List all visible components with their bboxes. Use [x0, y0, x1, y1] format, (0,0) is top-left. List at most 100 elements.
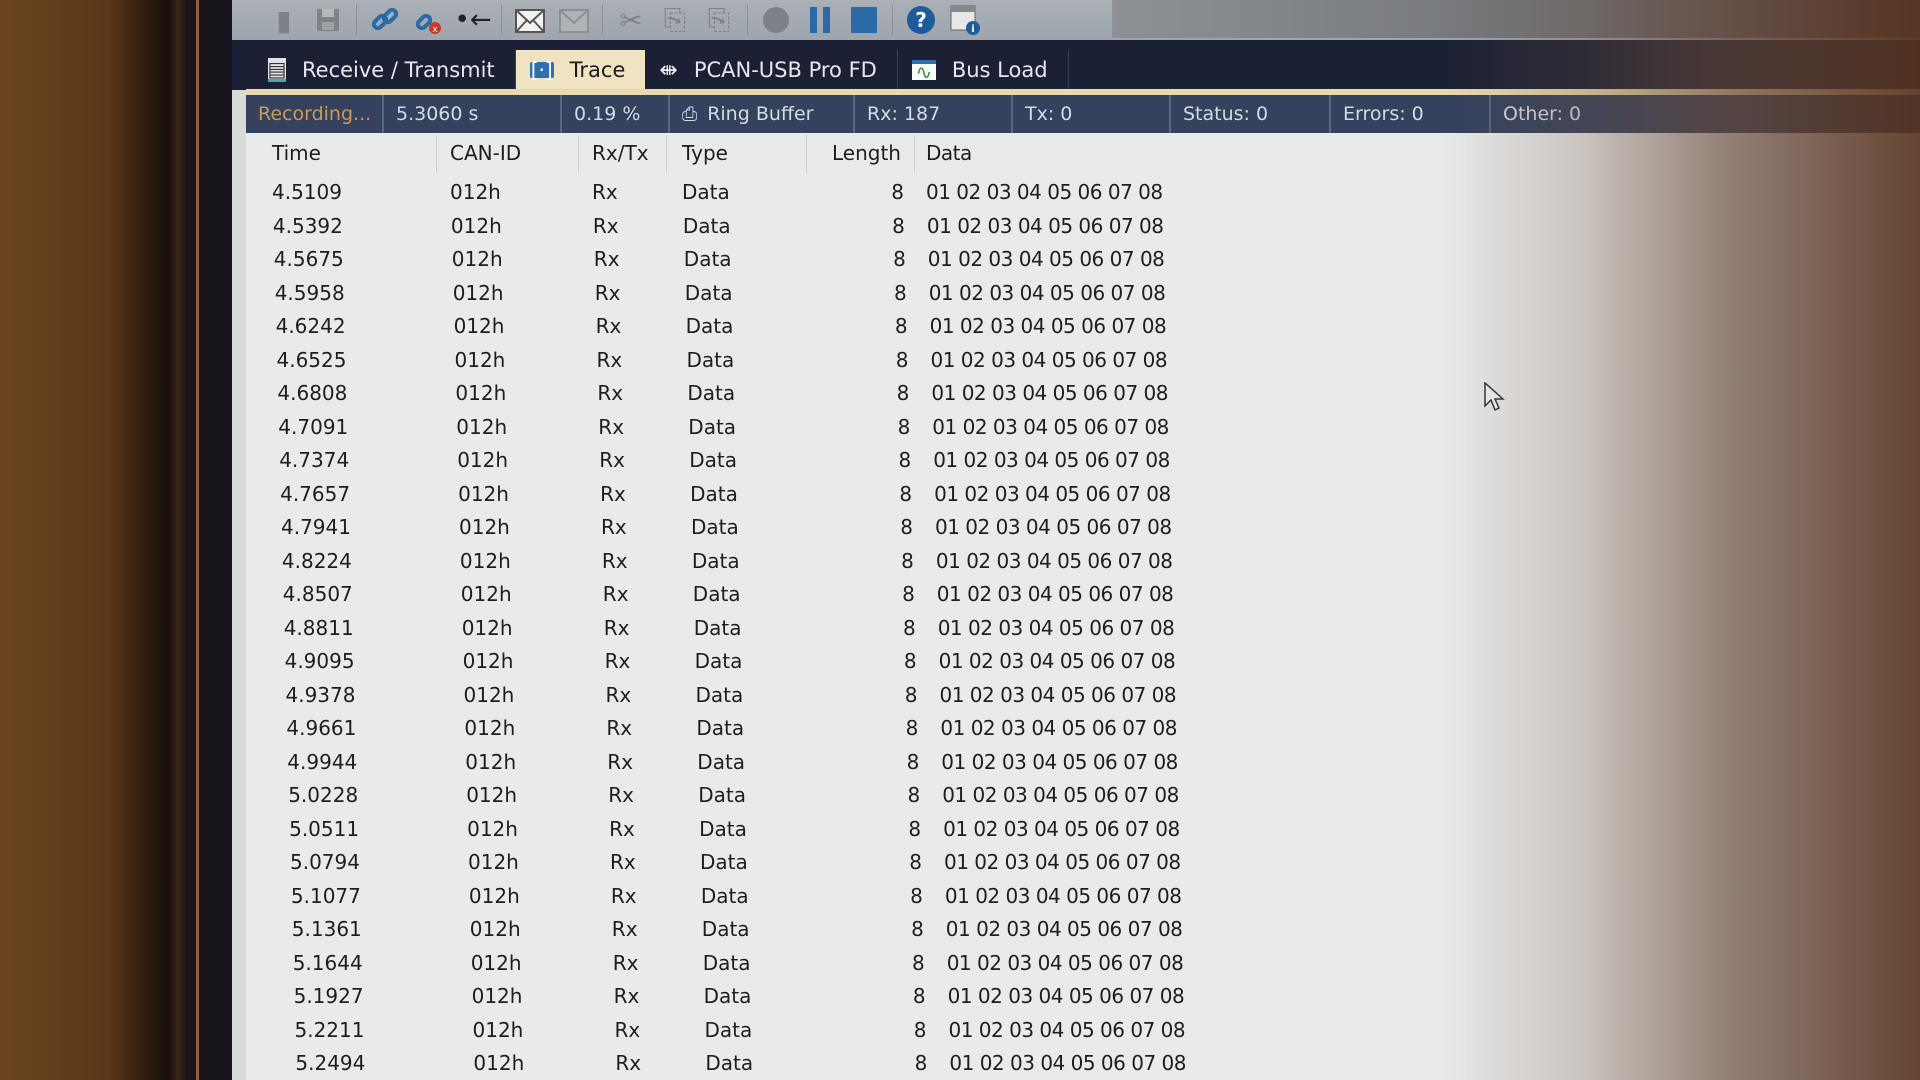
column-divider[interactable] [666, 135, 667, 173]
cell-type: Data [690, 481, 738, 506]
column-divider[interactable] [436, 135, 437, 173]
paste-icon[interactable]: ⎘ [697, 1, 741, 39]
table-row[interactable]: 4.8224 012h Rx Data 8 01 02 03 04 05 06 07 08 [256, 546, 1920, 579]
table-row[interactable]: 4.9944 012h Rx Data 8 01 02 03 04 05 06 07 08 [261, 747, 1920, 780]
table-row[interactable]: 4.6525 012h Rx Data 8 01 02 03 04 05 06 07 08 [251, 345, 1920, 378]
table-row[interactable]: 4.8811 012h Rx Data 8 01 02 03 04 05 06 07 08 [258, 613, 1920, 646]
table-row[interactable]: 4.9095 012h Rx Data 8 01 02 03 04 05 06 07 08 [259, 646, 1920, 679]
cell-time: 4.6242 [275, 314, 346, 338]
connect-dim-icon[interactable]: ▮ [262, 1, 306, 39]
info-icon[interactable]: i [943, 1, 987, 39]
table-row[interactable]: 5.1927 012h Rx Data 8 01 02 03 04 05 06 07 08 [268, 981, 1920, 1014]
column-divider[interactable] [914, 135, 915, 173]
table-row[interactable]: 4.5675 012h Rx Data 8 01 02 03 04 05 06 07 08 [248, 244, 1920, 277]
cell-data: 01 02 03 04 05 06 07 08 [939, 682, 1177, 707]
disconnect-icon[interactable]: x [407, 1, 451, 39]
cell-rx-tx: Rx [598, 414, 625, 439]
cell-type: Data [700, 883, 749, 908]
cell-length: 8 [907, 783, 921, 807]
cell-length: 8 [893, 247, 906, 271]
tab-receive-transmit[interactable]: ▤ Receive / Transmit [254, 50, 516, 90]
mouse-pointer-icon [1484, 382, 1505, 412]
table-row[interactable]: 4.8507 012h Rx Data 8 01 02 03 04 05 06 07 08 [257, 579, 1920, 612]
buffer-mode[interactable]: ⎙ Ring Buffer [670, 95, 855, 133]
pause-icon[interactable] [798, 1, 842, 39]
column-header-rx-tx[interactable]: Rx/Tx [592, 141, 649, 165]
cell-length: 8 [899, 481, 913, 506]
cell-data: 01 02 03 04 05 06 07 08 [935, 548, 1173, 573]
table-row[interactable]: 4.5109 012h Rx Data 8 01 02 03 04 05 06 07 08 [246, 177, 1920, 210]
copy-icon[interactable]: ⎘ [653, 1, 697, 39]
tx-count: Tx: 0 [1013, 95, 1171, 133]
cell-time: 4.6808 [277, 381, 348, 405]
toolbar: ▮ x •← ✂ ⎘ ⎘ ? i [232, 0, 1920, 40]
cell-can-id: 012h [469, 917, 521, 941]
table-row[interactable]: 4.9661 012h Rx Data 8 01 02 03 04 05 06 07 08 [260, 713, 1920, 746]
table-row[interactable]: 4.6242 012h Rx Data 8 01 02 03 04 05 06 07 08 [250, 311, 1920, 344]
column-header-can-id[interactable]: CAN-ID [450, 141, 521, 165]
table-row[interactable]: 4.9378 012h Rx Data 8 01 02 03 04 05 06 07 08 [260, 680, 1920, 713]
tab-pcan-usb-pro-fd[interactable]: ⇼ PCAN-USB Pro FD [645, 50, 898, 90]
column-header-data[interactable]: Data [926, 141, 972, 165]
table-row[interactable]: 5.2494 012h Rx Data 8 01 02 03 04 05 06 07 08 [269, 1048, 1920, 1080]
table-row[interactable]: 4.5392 012h Rx Data 8 01 02 03 04 05 06 07 08 [247, 211, 1920, 244]
record-icon[interactable] [754, 1, 798, 39]
tab-trace[interactable]: [·] Trace [515, 50, 646, 90]
new-message-icon[interactable] [508, 1, 552, 39]
column-header-time[interactable]: Time [272, 141, 321, 165]
table-row[interactable]: 5.1644 012h Rx Data 8 01 02 03 04 05 06 07 08 [267, 948, 1920, 981]
cell-type: Data [688, 414, 737, 439]
cell-time: 5.2494 [295, 1051, 366, 1075]
table-row[interactable]: 5.2211 012h Rx Data 8 01 02 03 04 05 06 07 08 [269, 1015, 1920, 1048]
cell-data: 01 02 03 04 05 06 07 08 [933, 448, 1170, 472]
table-row[interactable]: 5.0794 012h Rx Data 8 01 02 03 04 05 06 07 08 [264, 847, 1920, 880]
cell-data: 01 02 03 04 05 06 07 08 [945, 917, 1183, 941]
cell-can-id: 012h [472, 1017, 524, 1042]
cell-time: 4.5958 [274, 280, 345, 305]
cell-rx-tx: Rx [592, 213, 619, 238]
connect-icon[interactable] [363, 1, 407, 39]
table-row[interactable]: 4.7941 012h Rx Data 8 01 02 03 04 05 06 07 08 [255, 512, 1920, 545]
save-icon[interactable] [306, 1, 350, 39]
column-header-length[interactable]: Length [832, 141, 901, 165]
cell-length: 8 [892, 213, 905, 238]
stop-icon[interactable] [842, 1, 886, 39]
cut-icon[interactable]: ✂ [609, 1, 653, 39]
table-row[interactable]: 4.7657 012h Rx Data 8 01 02 03 04 05 06 07 08 [254, 479, 1920, 512]
table-row[interactable]: 5.1361 012h Rx Data 8 01 02 03 04 05 06 07 08 [266, 914, 1920, 947]
tab-bus-load[interactable]: ∿ Bus Load [898, 50, 1069, 90]
cell-time: 5.0511 [289, 816, 360, 841]
cell-time: 5.2211 [294, 1017, 365, 1042]
cell-rx-tx: Rx [612, 950, 639, 975]
cell-type: Data [692, 582, 741, 606]
cell-type: Data [698, 783, 746, 807]
column-divider[interactable] [578, 135, 579, 173]
table-row[interactable]: 5.1077 012h Rx Data 8 01 02 03 04 05 06 07 08 [265, 881, 1920, 914]
cell-length: 8 [911, 950, 925, 975]
table-row[interactable]: 4.7374 012h Rx Data 8 01 02 03 04 05 06 07 08 [253, 445, 1920, 478]
cell-time: 4.9944 [287, 749, 358, 774]
table-row[interactable]: 5.0511 012h Rx Data 8 01 02 03 04 05 06 07 08 [263, 814, 1920, 847]
cell-rx-tx: Rx [601, 515, 627, 539]
cell-rx-tx: Rx [593, 247, 620, 271]
table-row[interactable]: 5.0228 012h Rx Data 8 01 02 03 04 05 06 07 08 [262, 780, 1920, 813]
monitor-bezel-edge [196, 0, 199, 1080]
cell-time: 4.7091 [278, 414, 349, 439]
table-row[interactable]: 4.6808 012h Rx Data 8 01 02 03 04 05 06 07 08 [251, 378, 1920, 411]
cell-length: 8 [910, 883, 923, 908]
toolbar-separator [602, 5, 603, 35]
cell-rx-tx: Rx [605, 682, 632, 707]
cell-type: Data [700, 850, 748, 874]
cell-time: 5.0228 [288, 783, 359, 807]
table-row[interactable]: 4.5958 012h Rx Data 8 01 02 03 04 05 06 07 08 [249, 278, 1920, 311]
cell-rx-tx: Rx [614, 1017, 641, 1042]
cell-data: 01 02 03 04 05 06 07 08 [931, 381, 1169, 405]
cell-rx-tx: Rx [595, 314, 622, 338]
table-row[interactable]: 4.7091 012h Rx Data 8 01 02 03 04 05 06 07 08 [252, 412, 1920, 445]
cell-data: 01 02 03 04 05 06 07 08 [940, 716, 1178, 740]
column-header-type[interactable]: Type [682, 141, 728, 165]
help-icon[interactable]: ? [899, 1, 943, 39]
reset-icon[interactable]: •← [451, 1, 495, 39]
edit-message-icon[interactable] [552, 1, 596, 39]
column-divider[interactable] [806, 135, 807, 173]
